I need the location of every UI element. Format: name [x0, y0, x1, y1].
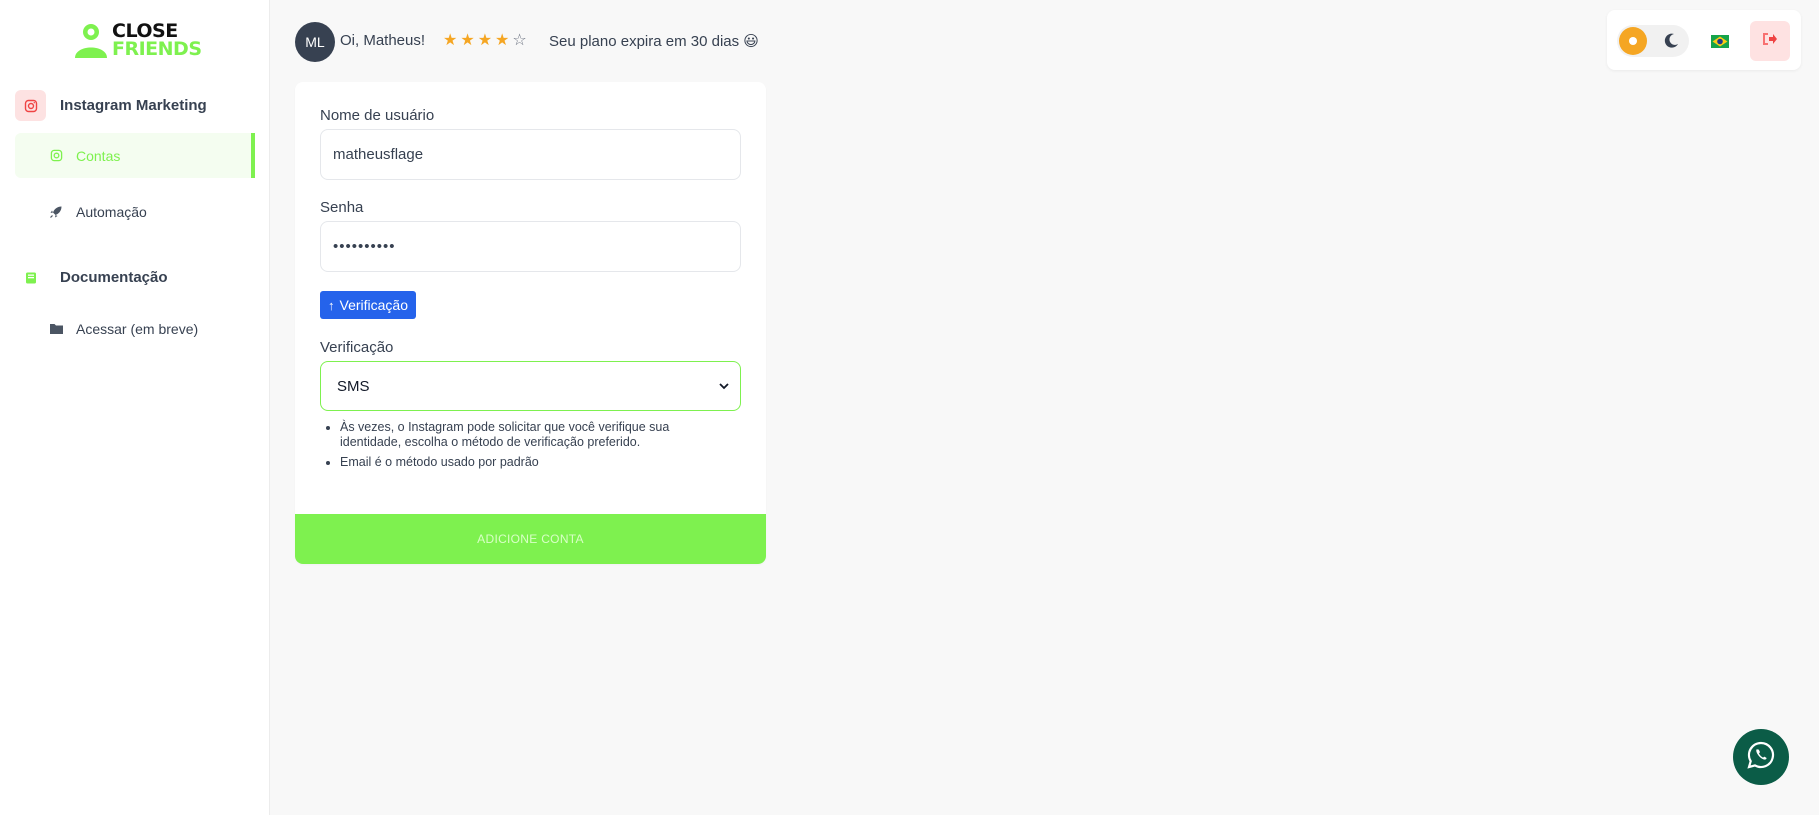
verify-button-label: Verificação: [339, 297, 408, 313]
instagram-icon: [15, 90, 46, 121]
verify-button[interactable]: ↑ Verificação: [320, 291, 416, 319]
section-label: Instagram Marketing: [60, 97, 207, 114]
logout-button[interactable]: [1750, 21, 1790, 61]
rating-stars: ★★★★☆: [443, 30, 530, 50]
add-account-button[interactable]: ADICIONE CONTA: [295, 514, 766, 564]
brazil-flag-icon[interactable]: [1700, 25, 1740, 57]
arrow-up-icon: ↑: [328, 297, 335, 313]
sidebar: CLOSE FRIENDS Instagram Marketing Contas…: [0, 0, 270, 815]
star-filled-icon: ★: [495, 32, 513, 49]
logo-line-2: FRIENDS: [112, 38, 202, 60]
sidebar-item-acessar[interactable]: Acessar (em breve): [15, 306, 255, 351]
sidebar-item-label: Acessar (em breve): [76, 320, 199, 337]
password-input[interactable]: ••••••••••: [320, 221, 741, 272]
section-instagram-marketing: Instagram Marketing: [15, 90, 207, 121]
logo-text: CLOSE FRIENDS: [112, 21, 202, 60]
star-filled-icon: ★: [443, 32, 461, 49]
password-label: Senha: [320, 199, 364, 216]
sun-icon[interactable]: [1619, 27, 1647, 55]
add-account-card: Nome de usuário matheusflage Senha •••••…: [295, 82, 766, 564]
book-icon: [15, 262, 46, 293]
app-logo[interactable]: CLOSE FRIENDS: [73, 20, 202, 60]
verification-selected: SMS: [337, 377, 370, 395]
verification-help-list: Às vezes, o Instagram pode solicitar que…: [340, 420, 720, 475]
moon-icon[interactable]: [1661, 31, 1681, 51]
star-empty-icon: ☆: [512, 32, 530, 49]
avatar[interactable]: ML: [295, 22, 335, 62]
plan-notice: Seu plano expira em 30 dias 😃: [549, 33, 759, 50]
logout-icon: [1762, 32, 1778, 51]
rocket-icon: [48, 204, 64, 220]
section-documentacao: Documentação: [15, 262, 168, 293]
theme-toggle[interactable]: [1617, 25, 1689, 57]
folder-icon: [48, 321, 64, 337]
chevron-down-icon: [718, 379, 730, 391]
whatsapp-button[interactable]: [1733, 729, 1789, 785]
whatsapp-icon: [1746, 740, 1776, 775]
sidebar-item-label: Contas: [76, 147, 121, 164]
section-label: Documentação: [60, 269, 168, 286]
sidebar-item-label: Automação: [76, 203, 147, 220]
list-item: Às vezes, o Instagram pode solicitar que…: [340, 420, 720, 450]
verification-select[interactable]: SMS: [320, 361, 741, 411]
sidebar-item-automacao[interactable]: Automação: [15, 189, 255, 234]
sidebar-item-contas[interactable]: Contas: [15, 133, 255, 178]
list-item: Email é o método usado por padrão: [340, 455, 720, 470]
username-input[interactable]: matheusflage: [320, 129, 741, 180]
greeting-text: Oi, Matheus!: [340, 32, 426, 49]
verification-label: Verificação: [320, 339, 394, 356]
top-actions: [1607, 10, 1801, 70]
star-filled-icon: ★: [477, 32, 496, 49]
username-label: Nome de usuário: [320, 107, 435, 124]
user-logo-icon: [73, 22, 109, 58]
star-filled-icon: ★: [460, 32, 478, 49]
instagram-icon: [48, 148, 64, 164]
